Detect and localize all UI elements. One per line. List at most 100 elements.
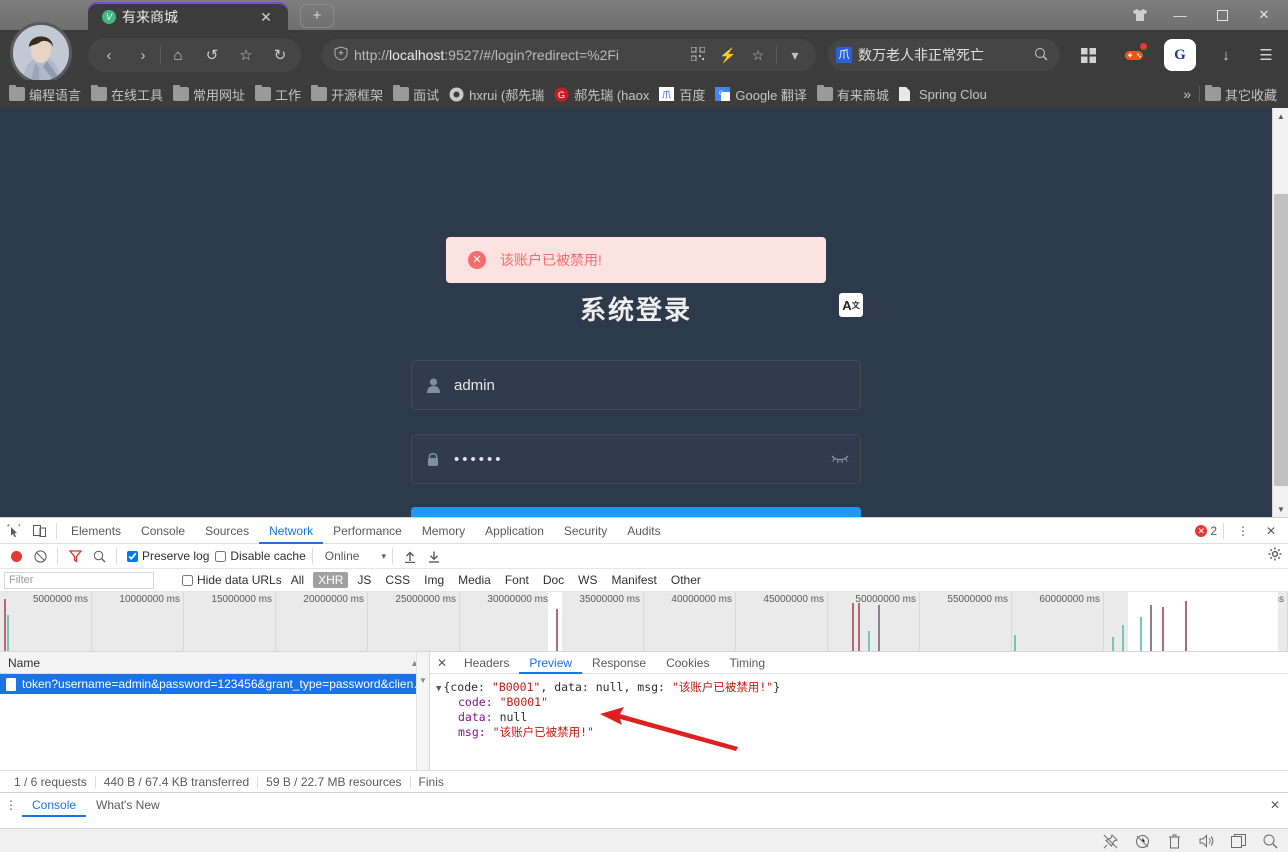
tab-timing[interactable]: Timing [719,652,775,674]
disable-cache-input[interactable] [215,550,227,562]
drawer-tab-console[interactable]: Console [22,793,86,817]
hide-data-urls-checkbox[interactable]: Hide data URLs [182,573,282,587]
tab-response[interactable]: Response [582,652,656,674]
gear-icon[interactable] [1268,547,1282,564]
drawer-menu-icon[interactable]: ⋮ [0,798,22,812]
json-summary-line[interactable]: ▼ {code: "B0001", data: null, msg: "该账户已被… [436,680,1288,695]
bookmark-item[interactable]: 编程语言 [4,83,86,105]
record-icon[interactable] [11,550,22,562]
requests-scrollbar[interactable]: ▼ [416,652,429,770]
expand-caret-icon[interactable]: ▼ [436,684,441,694]
bookmark-item[interactable]: 面试 [388,83,444,105]
page-vertical-scrollbar[interactable]: ▲ ▼ [1272,108,1288,517]
pin-icon[interactable] [1102,833,1118,849]
window-icon[interactable] [1230,833,1246,849]
bookmark-item[interactable]: 在线工具 [86,83,168,105]
reload-icon[interactable]: ↻ [263,40,297,70]
login-button[interactable]: 登录 [411,507,861,517]
grammarly-icon[interactable]: G [1164,39,1196,71]
chevron-down-icon[interactable]: ▾ [780,47,810,64]
tab-headers[interactable]: Headers [454,652,519,674]
volume-icon[interactable] [1198,833,1214,849]
download-icon[interactable] [423,545,445,567]
tab-cookies[interactable]: Cookies [656,652,719,674]
bookmark-item[interactable]: G Google 翻译 [710,83,812,105]
search-icon[interactable] [1030,47,1052,64]
filter-type-font[interactable]: Font [500,572,534,588]
home-icon[interactable]: ⌂ [161,40,195,70]
requests-column-header[interactable]: Name ▲ [0,652,429,674]
scrollbar-thumb[interactable] [1274,194,1288,486]
clear-icon[interactable] [29,545,51,567]
bookmark-item[interactable]: hxrui (郝先瑞 [444,83,549,105]
tab-application[interactable]: Application [475,518,554,544]
bookmark-item[interactable]: 开源框架 [306,83,388,105]
bookmark-item[interactable]: 工作 [250,83,306,105]
new-tab-button[interactable]: + [300,4,334,28]
tab-preview[interactable]: Preview [519,652,582,674]
tab-audits[interactable]: Audits [617,518,670,544]
filter-type-doc[interactable]: Doc [538,572,569,588]
throttling-select[interactable]: Online ▾ [325,549,386,563]
filter-type-img[interactable]: Img [419,572,449,588]
tab-security[interactable]: Security [554,518,617,544]
device-toolbar-icon[interactable] [26,518,52,544]
menu-icon[interactable]: ☰ [1250,39,1282,71]
address-star-icon[interactable]: ☆ [743,47,773,64]
password-field[interactable]: •••••• [411,434,861,484]
tab-network[interactable]: Network [259,518,323,544]
clock-icon[interactable] [1134,833,1150,849]
undo-icon[interactable]: ↺ [195,40,229,70]
flash-icon[interactable]: ⚡ [713,47,743,64]
bookmarks-overflow-icon[interactable]: » [1175,86,1199,102]
filter-input[interactable]: Filter [4,571,154,589]
tab-console[interactable]: Console [131,518,195,544]
bookmark-item[interactable]: G 郝先瑞 (haox [549,83,654,105]
overview-selection-window[interactable] [548,592,562,651]
filter-type-css[interactable]: CSS [380,572,415,588]
trash-icon[interactable] [1166,833,1182,849]
detail-close-icon[interactable]: ✕ [430,656,454,670]
profile-avatar[interactable] [10,22,72,84]
disable-cache-checkbox[interactable]: Disable cache [215,549,306,563]
tab-elements[interactable]: Elements [61,518,131,544]
shirt-icon[interactable] [1122,0,1158,30]
address-bar[interactable]: http://localhost:9527/#/login?redirect=%… [322,39,816,71]
username-field[interactable]: admin [411,360,861,410]
download-icon[interactable]: ↓ [1210,39,1242,71]
error-count-badge[interactable]: ✕ 2 [1195,524,1217,538]
search-icon[interactable] [1262,833,1278,849]
devtools-close-icon[interactable]: ✕ [1258,518,1284,544]
bookmark-item[interactable]: 常用网址 [168,83,250,105]
upload-icon[interactable] [399,545,421,567]
qr-code-icon[interactable] [683,46,713,64]
hide-data-urls-input[interactable] [182,574,193,586]
eye-closed-icon[interactable] [820,454,860,464]
other-bookmarks-button[interactable]: 其它收藏 [1200,83,1282,105]
tab-sources[interactable]: Sources [195,518,259,544]
scroll-caret-icon[interactable]: ▼ [417,652,429,685]
game-controller-icon[interactable] [1118,39,1150,71]
preserve-log-input[interactable] [127,550,138,562]
bookmark-item[interactable]: 爪百度 [654,83,710,105]
window-maximize-button[interactable] [1202,0,1242,30]
bookmark-item[interactable]: 有来商城 [812,83,894,105]
scroll-up-icon[interactable]: ▲ [1273,108,1288,124]
back-icon[interactable]: ‹ [92,40,126,70]
filter-type-ws[interactable]: WS [573,572,602,588]
tab-close-icon[interactable]: ✕ [258,9,274,25]
apps-grid-icon[interactable] [1072,39,1104,71]
tab-performance[interactable]: Performance [323,518,412,544]
language-switch-button[interactable]: A文 [839,293,863,317]
filter-type-all[interactable]: All [286,572,309,588]
preserve-log-checkbox[interactable]: Preserve log [127,549,209,563]
scroll-down-icon[interactable]: ▼ [1273,501,1288,517]
drawer-tab-whats-new[interactable]: What's New [86,793,170,817]
window-close-button[interactable]: ✕ [1244,0,1284,30]
inspect-cursor-icon[interactable] [0,518,26,544]
network-overview-timeline[interactable]: 5000000 ms 10000000 ms 15000000 ms 20000… [0,592,1288,652]
window-minimize-button[interactable]: — [1160,0,1200,30]
forward-icon[interactable]: › [126,40,160,70]
search-icon[interactable] [88,545,110,567]
bookmark-star-icon[interactable]: ☆ [229,40,263,70]
